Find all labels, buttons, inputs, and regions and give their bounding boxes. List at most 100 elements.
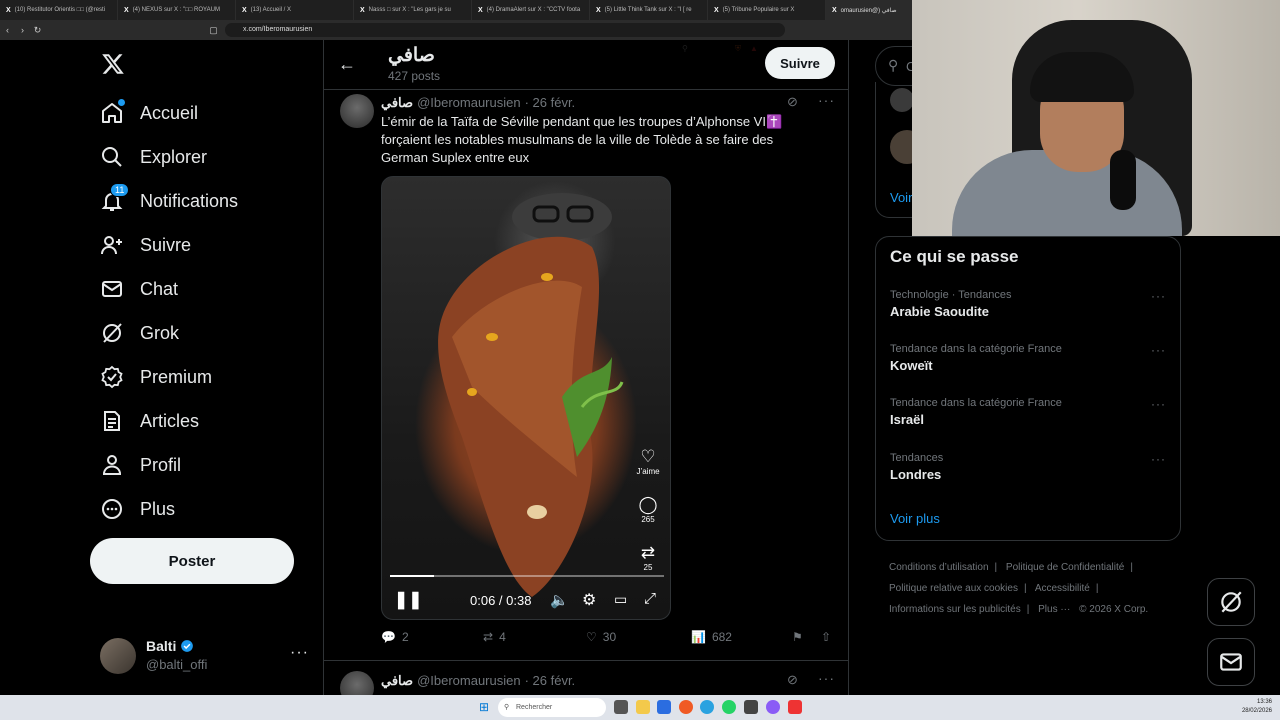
sidebar-item-profile[interactable]: Profil <box>100 450 181 480</box>
browser-tab[interactable]: X (5) Little Think Tank sur X : "I [ re <box>590 0 708 20</box>
grok-button[interactable] <box>1207 578 1255 626</box>
reload-icon[interactable]: ↻ <box>30 25 45 36</box>
post[interactable]: صافي @Iberomaurusien · 26 févr. ⊘ ··· <box>324 660 848 695</box>
block-icon[interactable]: ⊘ <box>787 672 798 688</box>
store-icon[interactable] <box>657 700 671 714</box>
follow-button[interactable]: Suivre <box>765 47 835 79</box>
trend-item[interactable]: Tendances Londres ··· <box>890 452 1170 482</box>
messages-button[interactable] <box>1207 638 1255 686</box>
post-handle[interactable]: @Iberomaurusien <box>417 673 521 688</box>
app-icon[interactable] <box>788 700 802 714</box>
post-author-name[interactable]: صافي <box>381 95 413 111</box>
footer-link[interactable]: Politique relative aux cookies <box>889 583 1018 594</box>
more-dots-icon[interactable]: ··· <box>1151 397 1166 411</box>
url-bar[interactable]: x.com/Iberomaurusien <box>225 23 785 37</box>
sidebar-item-home[interactable]: Accueil <box>100 98 198 128</box>
sidebar-item-notifications[interactable]: 11 Notifications <box>100 183 238 216</box>
post-header: صافي @Iberomaurusien · 26 févr. <box>381 95 575 111</box>
forward-arrow-icon[interactable]: › <box>15 25 30 35</box>
footer-link[interactable]: Accessibilité <box>1035 583 1090 594</box>
x-logo-icon[interactable] <box>100 52 126 81</box>
file-explorer-icon[interactable] <box>636 700 650 714</box>
repost-button[interactable]: ⇄ 4 <box>483 630 506 644</box>
footer-link[interactable]: Politique de Confidentialité <box>1006 562 1124 573</box>
post-actions: 💬 2 ⇄ 4 ♡ 30 📊 682 ⚑ ⇧ <box>381 630 841 650</box>
avatar[interactable] <box>340 94 374 128</box>
bookmark-icon[interactable]: ▢ <box>206 25 221 36</box>
back-arrow-icon[interactable]: ‹ <box>0 25 15 35</box>
browser-tab[interactable]: X (5) Tribune Populaire sur X <box>708 0 826 20</box>
fullscreen-icon[interactable]: ⤢ <box>644 590 656 607</box>
sidebar-item-more[interactable]: Plus <box>100 494 175 524</box>
avatar[interactable] <box>340 671 374 695</box>
post-date[interactable]: · 26 févr. <box>525 95 576 110</box>
person-icon <box>100 453 124 477</box>
trend-item[interactable]: Tendance dans la catégorie France Israël… <box>890 397 1170 427</box>
system-clock[interactable]: 13:36 28/02/2026 <box>1236 698 1272 716</box>
views-button[interactable]: 📊 682 <box>691 630 732 644</box>
brave-icon[interactable] <box>679 700 693 714</box>
post-date[interactable]: · 26 févr. <box>525 673 576 688</box>
more-dots-icon[interactable]: ··· <box>1151 289 1166 303</box>
settings-gear-icon[interactable]: ⚙ <box>582 590 596 610</box>
task-view-icon[interactable] <box>614 700 628 714</box>
more-dots-icon[interactable]: ··· <box>818 670 835 686</box>
more-dots-icon[interactable]: ··· <box>1151 343 1166 357</box>
trend-item[interactable]: Tendance dans la catégorie France Koweït… <box>890 343 1170 373</box>
post-button[interactable]: Poster <box>90 538 294 584</box>
back-arrow-icon[interactable]: ← <box>338 54 356 75</box>
video-like[interactable]: ♡ J’aime <box>636 447 660 476</box>
browser-tab[interactable]: X (13) Accueil / X <box>236 0 354 20</box>
show-more-link[interactable]: Voir plus <box>890 511 940 526</box>
pause-icon[interactable]: ❚❚ <box>394 590 423 610</box>
app-icon[interactable] <box>766 700 780 714</box>
video-reposts[interactable]: ⇄ 25 <box>636 543 660 572</box>
whatsapp-icon[interactable] <box>722 700 736 714</box>
footer-link[interactable]: Conditions d’utilisation <box>889 562 989 573</box>
share-button[interactable]: ⇧ <box>821 630 831 644</box>
browser-tab[interactable]: X Nasss □ sur X : "Les gars je su <box>354 0 472 20</box>
account-switcher[interactable]: Balti @balti_offi ··· <box>100 638 310 682</box>
sidebar-item-explore[interactable]: Explorer <box>100 142 207 172</box>
more-dots-icon[interactable]: ··· <box>290 644 309 662</box>
copyright: © 2026 X Corp. <box>1079 604 1149 615</box>
sidebar-item-articles[interactable]: Articles <box>100 406 199 436</box>
x-logo-icon: X <box>832 6 837 14</box>
windows-start-icon[interactable]: ⊞ <box>479 700 489 714</box>
footer-link[interactable]: Plus ··· <box>1038 604 1070 615</box>
video-player[interactable]: ♡ J’aime ◯ 265 ⇄ 25 ❚❚ 0:06 / 0:38 🔈 ⚙ ▭… <box>381 176 671 620</box>
mail-icon <box>100 277 124 301</box>
browser-tab[interactable]: X (10) Restitutor Orientis □□ (@resti <box>0 0 118 20</box>
account-name: Balti <box>146 638 177 654</box>
browser-tab[interactable]: X (4) DramaAlert sur X : "CCTV foota <box>472 0 590 20</box>
more-dots-icon[interactable]: ··· <box>1151 452 1166 466</box>
block-icon[interactable]: ⊘ <box>787 94 798 110</box>
trend-name: Koweït <box>890 358 933 373</box>
reply-button[interactable]: 💬 2 <box>381 630 409 644</box>
x-logo-icon: X <box>714 6 719 14</box>
trend-item[interactable]: Technologie · Tendances Arabie Saoudite … <box>890 289 1170 319</box>
avatar[interactable] <box>890 88 914 112</box>
sidebar-item-label: Premium <box>140 366 213 387</box>
video-progress-bar[interactable] <box>390 575 664 577</box>
show-more-link[interactable]: Voir <box>890 190 912 205</box>
browser-tab[interactable]: X (4) NEXUS sur X : "□□ ROYAUM <box>118 0 236 20</box>
more-dots-icon[interactable]: ··· <box>818 92 835 108</box>
picture-in-picture-icon[interactable]: ▭ <box>614 591 627 608</box>
sidebar-item-premium[interactable]: Premium <box>100 362 212 392</box>
footer-link[interactable]: Informations sur les publicités <box>889 604 1021 615</box>
volume-icon[interactable]: 🔈 <box>550 591 569 609</box>
bookmark-button[interactable]: ⚑ <box>792 630 803 644</box>
like-button[interactable]: ♡ 30 <box>586 630 616 644</box>
sidebar-item-grok[interactable]: Grok <box>100 318 179 348</box>
post-author-name[interactable]: صافي <box>381 673 413 689</box>
telegram-icon[interactable] <box>700 700 714 714</box>
grok-icon <box>1221 591 1242 613</box>
video-comments[interactable]: ◯ 265 <box>636 495 660 524</box>
sidebar-item-label: Suivre <box>140 234 192 255</box>
sidebar-item-chat[interactable]: Chat <box>100 274 178 304</box>
app-icon[interactable] <box>744 700 758 714</box>
taskbar-search-input[interactable]: ⚲ Rechercher <box>498 698 606 717</box>
post-handle[interactable]: @Iberomaurusien <box>417 95 521 110</box>
sidebar-item-follow[interactable]: Suivre <box>100 230 191 260</box>
